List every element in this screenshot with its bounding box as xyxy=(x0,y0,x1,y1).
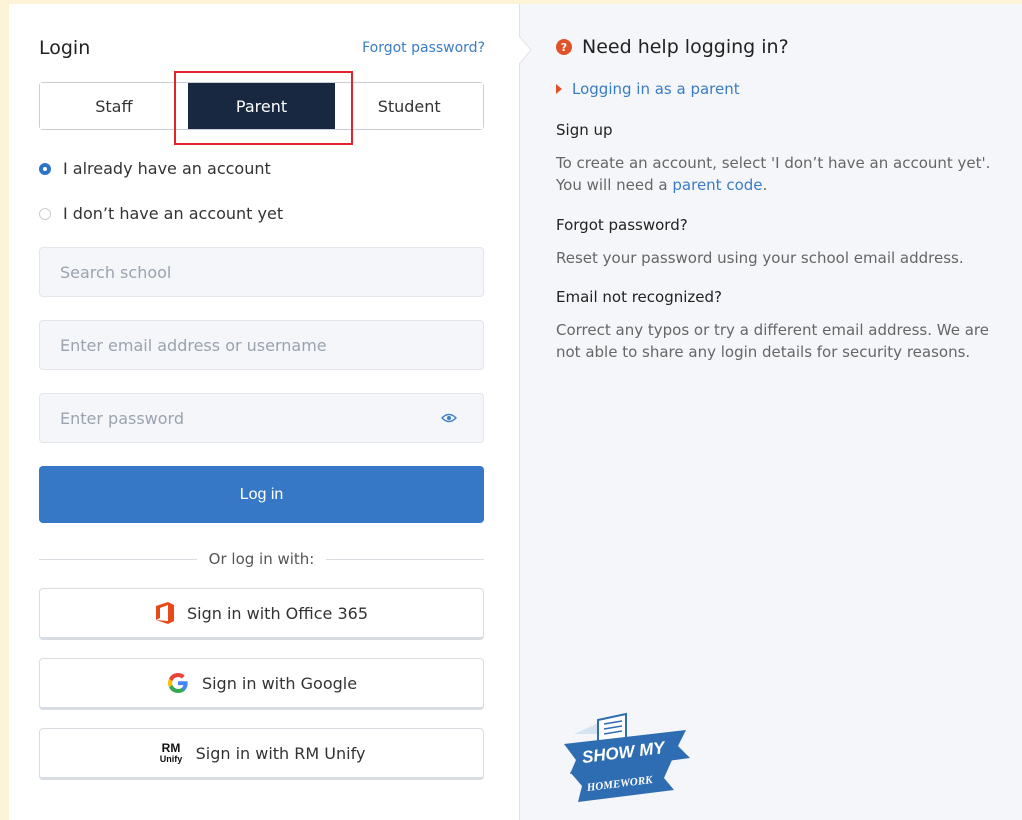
office365-icon xyxy=(155,602,175,624)
school-search-input[interactable] xyxy=(58,261,465,283)
role-toggle: Staff Parent Student xyxy=(39,82,484,130)
email-field[interactable] xyxy=(39,320,484,370)
google-signin-button[interactable]: Sign in with Google xyxy=(39,658,484,710)
radio-new-account[interactable]: I don’t have an account yet xyxy=(39,204,283,223)
signup-text-end: . xyxy=(762,176,768,194)
radio-unchecked-icon[interactable] xyxy=(39,207,51,220)
help-panel: ? Need help logging in? Logging in as a … xyxy=(519,4,1022,820)
show-my-homework-logo: SHOW MY HOMEWORK xyxy=(564,712,690,802)
rm-unify-label: Sign in with RM Unify xyxy=(195,743,366,763)
email-heading: Email not recognized? xyxy=(556,288,722,306)
forgot-text: Reset your password using your school em… xyxy=(556,249,964,267)
divider-line xyxy=(39,558,197,560)
panel-notch xyxy=(519,36,532,64)
office365-label: Sign in with Office 365 xyxy=(186,603,368,623)
school-search-field[interactable] xyxy=(39,247,484,297)
signup-text-body: To create an account, select 'I don’t ha… xyxy=(556,154,991,194)
role-parent-button[interactable]: Parent xyxy=(187,83,336,129)
role-student-button[interactable]: Student xyxy=(335,83,484,129)
divider-text: Or log in with: xyxy=(208,550,315,568)
google-label: Sign in with Google xyxy=(201,673,358,693)
password-field[interactable] xyxy=(39,393,484,443)
role-staff-button[interactable]: Staff xyxy=(40,83,188,129)
forgot-password-link[interactable]: Forgot password? xyxy=(362,40,485,56)
password-input[interactable] xyxy=(58,407,465,429)
rm-unify-signin-button[interactable]: RM Unify Sign in with RM Unify xyxy=(39,728,484,780)
forgot-heading: Forgot password? xyxy=(556,216,688,234)
parent-help-link-text[interactable]: Logging in as a parent xyxy=(572,80,740,98)
eye-icon[interactable] xyxy=(441,413,457,423)
or-divider: Or log in with: xyxy=(39,550,485,568)
radio-existing-account[interactable]: I already have an account xyxy=(39,159,271,178)
radio-checked-icon[interactable] xyxy=(39,162,51,175)
email-text: Correct any typos or try a different ema… xyxy=(556,321,989,361)
radio-label: I already have an account xyxy=(63,159,271,178)
rm-unify-icon: RM Unify xyxy=(158,741,184,765)
login-panel: Login Forgot password? Staff Parent Stud… xyxy=(9,4,519,820)
parent-help-link[interactable]: Logging in as a parent xyxy=(556,80,740,98)
caret-right-icon xyxy=(556,84,562,94)
email-input[interactable] xyxy=(58,334,465,356)
login-button[interactable]: Log in xyxy=(39,466,484,523)
help-heading: ? Need help logging in? xyxy=(556,36,789,58)
google-icon xyxy=(166,671,190,695)
login-page: Login Forgot password? Staff Parent Stud… xyxy=(9,4,1022,820)
svg-text:Unify: Unify xyxy=(159,754,182,764)
parent-code-link[interactable]: parent code xyxy=(672,176,762,194)
divider-line xyxy=(326,558,485,560)
help-question-icon: ? xyxy=(556,39,572,55)
page-title: Login xyxy=(39,37,91,59)
svg-text:RM: RM xyxy=(161,741,180,755)
radio-label: I don’t have an account yet xyxy=(63,204,284,223)
office365-signin-button[interactable]: Sign in with Office 365 xyxy=(39,588,484,640)
signup-text: To create an account, select 'I don’t ha… xyxy=(556,152,996,196)
signup-heading: Sign up xyxy=(556,121,613,139)
help-title-text: Need help logging in? xyxy=(582,36,789,58)
